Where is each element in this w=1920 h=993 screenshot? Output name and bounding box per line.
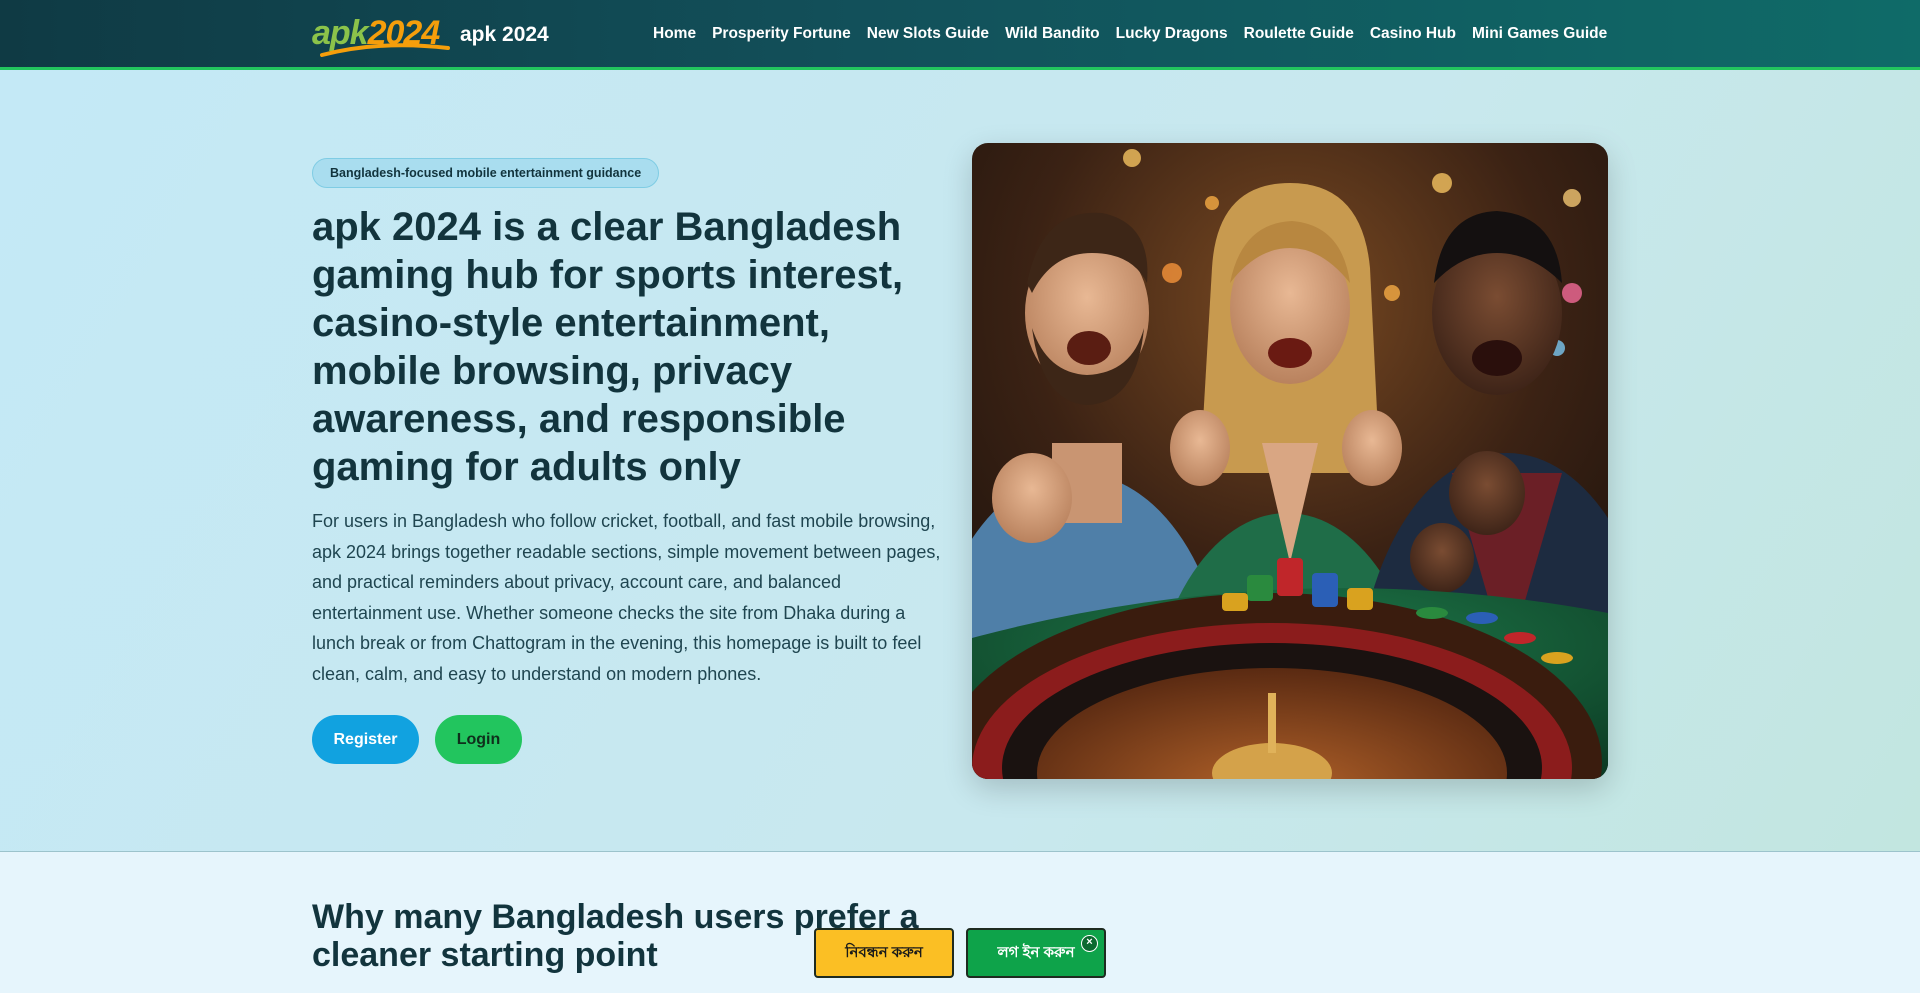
site-name: apk 2024	[460, 23, 549, 46]
nav-new-slots-guide[interactable]: New Slots Guide	[867, 25, 989, 43]
register-button[interactable]: Register	[312, 715, 419, 764]
nav-home[interactable]: Home	[653, 25, 696, 43]
nav-casino-hub[interactable]: Casino Hub	[1370, 25, 1456, 43]
logo-swoosh-icon	[320, 43, 450, 57]
login-button[interactable]: Login	[435, 715, 522, 764]
close-icon[interactable]: ×	[1081, 935, 1098, 952]
logo-icon: apk2024	[312, 12, 452, 58]
sticky-register-button[interactable]: নিবন্ধন করুন	[814, 928, 954, 978]
nav-lucky-dragons[interactable]: Lucky Dragons	[1116, 25, 1228, 43]
hero-title: apk 2024 is a clear Bangladesh gaming hu…	[312, 205, 904, 489]
nav-mini-games-guide[interactable]: Mini Games Guide	[1472, 25, 1607, 43]
hero-description: For users in Bangladesh who follow crick…	[312, 511, 941, 684]
hero-badge: Bangladesh-focused mobile entertainment …	[312, 158, 660, 188]
nav-roulette-guide[interactable]: Roulette Guide	[1244, 25, 1354, 43]
site-header: apk2024 apk 2024 Home Prosperity Fortune…	[0, 0, 1920, 70]
hero-section	[0, 70, 1920, 852]
roulette-celebration-image	[972, 143, 1608, 779]
nav-prosperity-fortune[interactable]: Prosperity Fortune	[712, 25, 851, 43]
hero-image	[972, 143, 1608, 779]
nav-wild-bandito[interactable]: Wild Bandito	[1005, 25, 1100, 43]
logo-link[interactable]: apk2024 apk 2024	[312, 12, 549, 58]
main-nav: Home Prosperity Fortune New Slots Guide …	[653, 0, 1607, 67]
